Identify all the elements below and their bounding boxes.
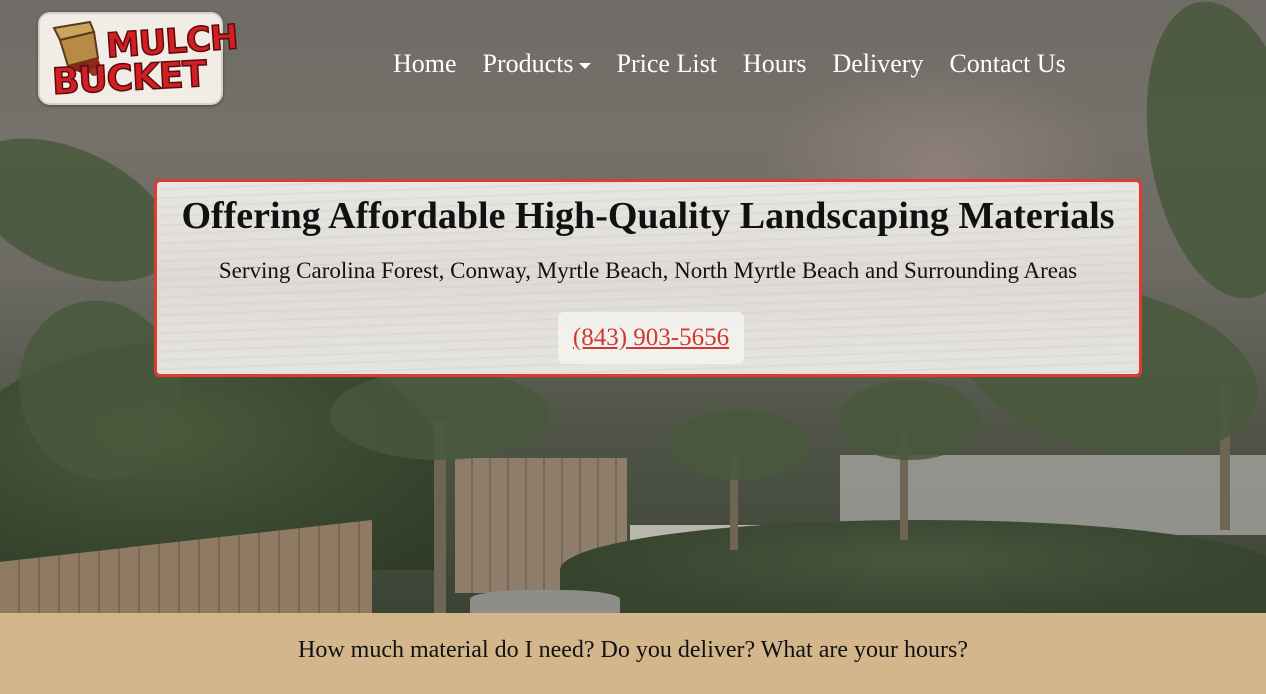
banner-title: Offering Affordable High-Quality Landsca… — [181, 195, 1115, 237]
banner-subtitle: Serving Carolina Forest, Conway, Myrtle … — [218, 258, 1078, 283]
bush-right — [560, 520, 1266, 613]
nav-products[interactable]: Products — [483, 49, 591, 79]
site-logo[interactable]: MULCH BUCKET — [38, 12, 240, 105]
nav-home[interactable]: Home — [393, 49, 457, 79]
nav-home-label: Home — [393, 49, 457, 78]
nav-hours-label: Hours — [742, 49, 807, 78]
logo-text-bucket: BUCKET — [50, 53, 208, 104]
palm-frond — [670, 410, 810, 480]
nav-hours[interactable]: Hours — [743, 49, 807, 79]
palm-frond — [330, 370, 550, 460]
main-navigation: Home Products Price List Hours Delivery … — [393, 44, 1066, 84]
nav-price-list[interactable]: Price List — [617, 49, 717, 79]
phone-link[interactable]: (843) 903-5656 — [573, 324, 729, 352]
nav-contact-us-label: Contact Us — [949, 49, 1066, 78]
hero-banner: Offering Affordable High-Quality Landsca… — [154, 179, 1142, 377]
nav-products-label: Products — [482, 49, 574, 78]
walkway — [470, 590, 620, 613]
nav-price-list-label: Price List — [616, 49, 717, 78]
faq-strip: How much material do I need? Do you deli… — [0, 613, 1266, 694]
palm-frond — [1125, 0, 1266, 311]
caret-down-icon — [578, 63, 591, 69]
faq-text: How much material do I need? Do you deli… — [298, 637, 968, 663]
nav-delivery-label: Delivery — [832, 49, 924, 78]
palm-frond — [840, 380, 980, 460]
nav-delivery[interactable]: Delivery — [832, 49, 923, 79]
nav-contact-us[interactable]: Contact Us — [949, 49, 1065, 79]
phone-box: (843) 903-5656 — [558, 312, 744, 364]
